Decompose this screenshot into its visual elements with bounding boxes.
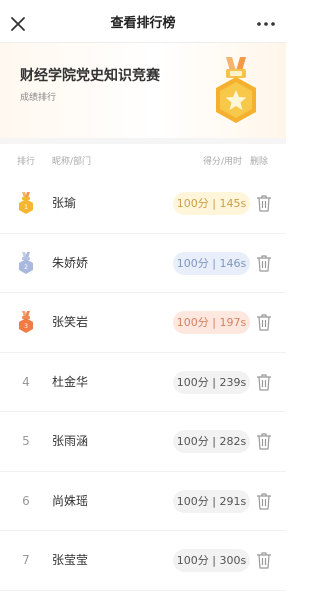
table-row: 4 杜金华 100分 | 239s xyxy=(0,353,286,412)
trash-icon xyxy=(257,492,271,510)
table-row: 5 张雨涵 100分 | 282s xyxy=(0,412,286,472)
more-icon xyxy=(257,22,275,26)
participant-name: 张莹莹 xyxy=(52,553,89,567)
table-header: 排行 昵称/部门 得分/用时 删除 xyxy=(0,144,286,174)
participant-name: 尚姝瑶 xyxy=(52,493,89,508)
score-badge: 100分 | 145s xyxy=(173,192,250,215)
delete-button[interactable] xyxy=(256,313,272,331)
status-bar-left: ▪▪▪ ▪▪▪▪ ▪▪▪ xyxy=(10,0,96,3)
table-row: 6 尚姝瑶 100分 | 291s xyxy=(0,472,286,531)
medal-number: 3 xyxy=(24,323,28,330)
delete-button[interactable] xyxy=(256,551,272,569)
trash-icon xyxy=(257,254,271,272)
page-title: 查看排行榜 xyxy=(110,16,176,31)
medal-star-icon xyxy=(216,57,256,123)
participant-name: 张雨涵 xyxy=(52,434,89,448)
medal-number: 1 xyxy=(24,204,28,211)
table-row: 2 朱娇娇 100分 | 146s xyxy=(0,234,286,293)
header-rank: 排行 xyxy=(17,157,36,167)
silver-medal-icon: 2 xyxy=(19,251,33,274)
delete-button[interactable] xyxy=(256,254,272,272)
table-row: 7 张莹莹 100分 | 300s xyxy=(0,531,286,591)
contest-title: 财经学院党史知识竞赛 xyxy=(20,68,160,84)
delete-button[interactable] xyxy=(256,194,272,212)
rank-number: 5 xyxy=(22,434,30,448)
rank-cell: 2 xyxy=(16,234,36,292)
navigation-bar: 查看排行榜 xyxy=(0,6,286,43)
delete-button[interactable] xyxy=(256,492,272,510)
trash-icon xyxy=(257,314,271,331)
trash-icon xyxy=(257,373,271,391)
contest-subtitle: 成绩排行 xyxy=(20,93,57,103)
delete-button[interactable] xyxy=(256,432,272,450)
score-badge: 100分 | 300s xyxy=(173,549,250,572)
score-badge: 100分 | 282s xyxy=(173,430,250,453)
status-bar-right: ▪▪ xyxy=(260,0,274,3)
trash-icon xyxy=(257,195,271,212)
score-badge: 100分 | 291s xyxy=(173,489,250,513)
delete-button[interactable] xyxy=(256,373,272,391)
score-badge: 100分 | 197s xyxy=(173,311,250,334)
participant-name: 朱娇娇 xyxy=(52,255,89,270)
participant-name: 张瑜 xyxy=(52,196,77,210)
table-row: 3 张笑岩 100分 | 197s xyxy=(0,293,286,353)
rank-cell: 3 xyxy=(16,293,36,351)
header-name: 昵称/部门 xyxy=(52,157,92,167)
ranking-list: 1 张瑜 100分 | 145s 2 朱娇娇 100分 | 146s 3 张笑岩… xyxy=(0,174,286,591)
more-button[interactable] xyxy=(254,12,278,36)
score-badge: 100分 | 239s xyxy=(173,370,250,394)
header-score: 得分/用时 xyxy=(203,157,243,167)
rank-number: 4 xyxy=(22,374,30,389)
score-badge: 100分 | 146s xyxy=(173,251,250,275)
bronze-medal-icon: 3 xyxy=(19,311,33,333)
medal-number: 2 xyxy=(24,264,28,271)
contest-header: 财经学院党史知识竞赛 成绩排行 xyxy=(0,43,286,138)
participant-name: 杜金华 xyxy=(52,374,89,389)
trash-icon xyxy=(257,433,271,450)
header-delete: 删除 xyxy=(250,157,269,167)
rank-cell: 1 xyxy=(16,174,36,232)
participant-name: 张笑岩 xyxy=(52,315,89,329)
gold-medal-icon: 1 xyxy=(19,192,33,214)
table-row: 1 张瑜 100分 | 145s xyxy=(0,174,286,234)
rank-number: 6 xyxy=(22,493,30,508)
rank-number: 7 xyxy=(22,553,30,567)
trash-icon xyxy=(257,552,271,569)
